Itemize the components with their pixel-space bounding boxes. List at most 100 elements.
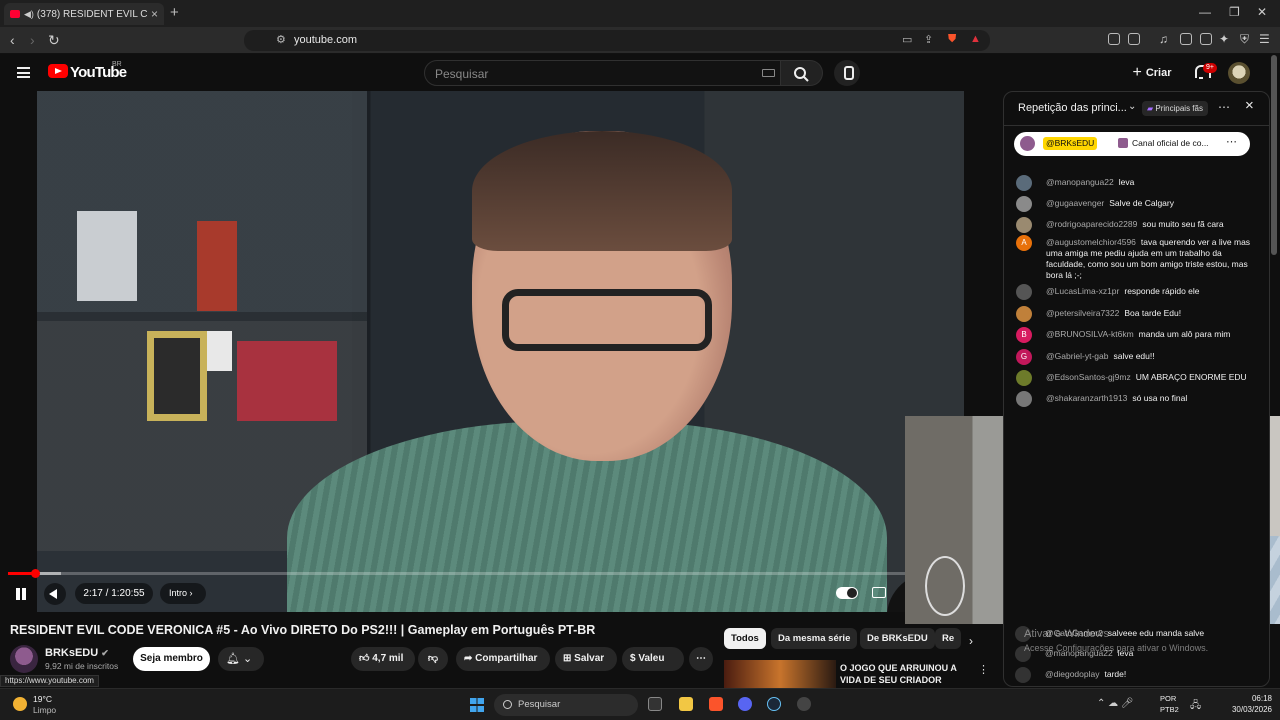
channel-avatar[interactable] bbox=[10, 645, 38, 673]
clock-time[interactable]: 06:18 bbox=[1222, 694, 1272, 703]
chip-same-series[interactable]: Da mesma série bbox=[771, 628, 858, 649]
chat-menu-icon[interactable]: ⋯ bbox=[1218, 100, 1230, 114]
app-icon[interactable] bbox=[797, 697, 811, 711]
vpn-icon[interactable]: ⛨ bbox=[1240, 32, 1249, 47]
close-tab-icon[interactable]: × bbox=[151, 7, 158, 21]
chat-mode-label[interactable]: Repetição das princi... bbox=[1018, 102, 1127, 114]
share-icon[interactable]: ⇪ bbox=[924, 33, 933, 46]
chat-author: @diegodoplay bbox=[1045, 669, 1100, 679]
language-label[interactable]: POR bbox=[1160, 694, 1176, 703]
reload-icon[interactable]: ↻ bbox=[48, 32, 60, 49]
close-window-icon[interactable]: ✕ bbox=[1257, 5, 1267, 19]
rewards-icon[interactable]: ▲ bbox=[970, 33, 981, 45]
page-scrollbar[interactable] bbox=[1271, 55, 1277, 255]
subtitles-icon[interactable] bbox=[872, 587, 886, 598]
speaker-icon[interactable]: ◀) bbox=[24, 9, 34, 20]
screenshot-icon[interactable] bbox=[1128, 33, 1140, 45]
file-explorer-icon[interactable] bbox=[679, 697, 693, 711]
recommendation-menu-icon[interactable]: ⋮ bbox=[978, 663, 989, 676]
pinned-message[interactable]: @BRKsEDU Canal oficial de co... ⋯ bbox=[1014, 132, 1250, 156]
channel-name[interactable]: BRKsEDU ✔ bbox=[45, 647, 109, 659]
account-avatar[interactable] bbox=[1228, 62, 1250, 84]
create-button[interactable]: + Criar bbox=[1126, 59, 1178, 87]
recommendation-thumbnail[interactable] bbox=[724, 660, 836, 688]
like-button[interactable]: 👍︎ 4,7 mil bbox=[351, 647, 415, 671]
pause-icon[interactable] bbox=[15, 588, 27, 600]
autoplay-toggle[interactable] bbox=[836, 587, 858, 599]
create-label: Criar bbox=[1145, 67, 1172, 79]
steam-icon[interactable] bbox=[767, 697, 781, 711]
temperature[interactable]: 19°C bbox=[33, 694, 52, 704]
browser-tab-bar: ◀) (378) RESIDENT EVIL CODE V × + — ❐ ✕ bbox=[0, 0, 1280, 27]
chat-text: responde rápido ele bbox=[1124, 286, 1200, 296]
music-icon[interactable]: ♫ bbox=[1159, 32, 1168, 46]
system-tray[interactable]: ⌃ ☁ 🎤︎ bbox=[1097, 698, 1134, 709]
keyboard-layout-label[interactable]: PTB2 bbox=[1160, 705, 1179, 714]
extension-icon[interactable] bbox=[1108, 33, 1120, 45]
thanks-button[interactable]: $ Valeu bbox=[622, 647, 684, 671]
minimize-icon[interactable]: — bbox=[1199, 5, 1211, 19]
save-button[interactable]: ⊞ Salvar bbox=[555, 647, 617, 671]
subscription-bell-button[interactable]: 🔔︎ ⌄ bbox=[218, 647, 264, 671]
site-info-icon[interactable]: ⚙ bbox=[276, 33, 286, 46]
chat-author: @rodrigoaparecido2289 bbox=[1046, 219, 1138, 229]
shelf-item bbox=[197, 221, 237, 311]
member-badge-icon bbox=[1118, 138, 1128, 148]
progress-scrubber[interactable] bbox=[30, 569, 40, 578]
brave-shield-icon[interactable]: ⛊ bbox=[948, 33, 956, 46]
weather-icon[interactable] bbox=[13, 697, 27, 711]
windows-start-icon[interactable] bbox=[470, 698, 484, 712]
youtube-logo-icon[interactable] bbox=[48, 64, 68, 78]
back-icon[interactable]: ‹ bbox=[10, 32, 15, 48]
join-button[interactable]: Seja membro bbox=[133, 647, 210, 671]
leo-ai-icon[interactable]: ✦ bbox=[1219, 32, 1229, 46]
clock-date[interactable]: 30/03/2026 bbox=[1212, 705, 1272, 714]
chapter-button[interactable]: Intro › bbox=[160, 583, 206, 604]
volume-icon[interactable] bbox=[44, 583, 66, 605]
avatar bbox=[1016, 217, 1032, 233]
hamburger-menu-icon[interactable] bbox=[17, 67, 30, 78]
chip-next-icon[interactable]: › bbox=[969, 634, 973, 648]
video-player[interactable] bbox=[37, 91, 964, 612]
forward-icon[interactable]: › bbox=[30, 32, 35, 48]
wallet-icon[interactable] bbox=[1200, 33, 1212, 45]
lamp bbox=[925, 556, 965, 616]
cast-icon[interactable]: ▭ bbox=[902, 33, 912, 46]
chip-all[interactable]: Todos bbox=[724, 628, 766, 649]
browser-tab[interactable]: ◀) (378) RESIDENT EVIL CODE V × bbox=[4, 3, 164, 25]
sidebar-icon[interactable] bbox=[1180, 33, 1192, 45]
close-chat-icon[interactable]: × bbox=[1245, 97, 1254, 114]
video-title: RESIDENT EVIL CODE VERONICA #5 - Ao Vivo… bbox=[10, 623, 596, 637]
search-input[interactable]: Pesquisar bbox=[424, 60, 781, 86]
dislike-button[interactable]: 👎︎ bbox=[418, 647, 448, 671]
windows-taskbar: 19°C Limpo Pesquisar ⌃ ☁ 🎤︎ POR PTB2 🖧︎ … bbox=[0, 688, 1280, 720]
voice-search-icon[interactable] bbox=[834, 60, 860, 86]
weather-condition[interactable]: Limpo bbox=[33, 705, 56, 715]
chat-text: leva bbox=[1118, 177, 1135, 187]
new-tab-icon[interactable]: + bbox=[170, 4, 179, 21]
chip-from-channel[interactable]: De BRKsEDU bbox=[860, 628, 935, 649]
top-fans-badge[interactable]: ▰ Principais fãs bbox=[1142, 101, 1208, 116]
keyboard-icon[interactable] bbox=[762, 69, 775, 77]
search-button[interactable] bbox=[781, 60, 823, 86]
discord-icon[interactable] bbox=[738, 697, 752, 711]
network-icon[interactable]: 🖧︎ bbox=[1190, 698, 1201, 715]
brave-icon[interactable] bbox=[709, 697, 723, 711]
menu-icon[interactable]: ☰ bbox=[1259, 32, 1270, 46]
more-actions-button[interactable]: ⋯ bbox=[689, 647, 713, 671]
share-button[interactable]: ➦ Compartilhar bbox=[456, 647, 550, 671]
chevron-down-icon[interactable]: ⌄ bbox=[1128, 101, 1136, 112]
recommendation-title[interactable]: O JOGO QUE ARRUINOU A VIDA DE SEU CRIADO… bbox=[840, 662, 980, 686]
taskbar-search[interactable]: Pesquisar bbox=[494, 694, 638, 716]
url-bar[interactable]: ⚙ youtube.com ▭ ⇪ ⛊ ▲ bbox=[244, 30, 990, 51]
pinned-author: @BRKsEDU bbox=[1043, 137, 1098, 150]
pinned-menu-icon[interactable]: ⋯ bbox=[1226, 135, 1237, 148]
video-progress-bar[interactable] bbox=[8, 569, 963, 578]
task-view-icon[interactable] bbox=[648, 697, 662, 711]
chat-message-body: @manopangua22 leva bbox=[1046, 177, 1256, 188]
chip-more[interactable]: Re bbox=[935, 628, 962, 649]
maximize-icon[interactable]: ❐ bbox=[1229, 5, 1240, 19]
chat-author: @gugaavenger bbox=[1046, 198, 1105, 208]
chat-message-body: @Gabriel-yt-gab salve edu!! bbox=[1046, 351, 1256, 362]
url-text: youtube.com bbox=[294, 34, 357, 46]
